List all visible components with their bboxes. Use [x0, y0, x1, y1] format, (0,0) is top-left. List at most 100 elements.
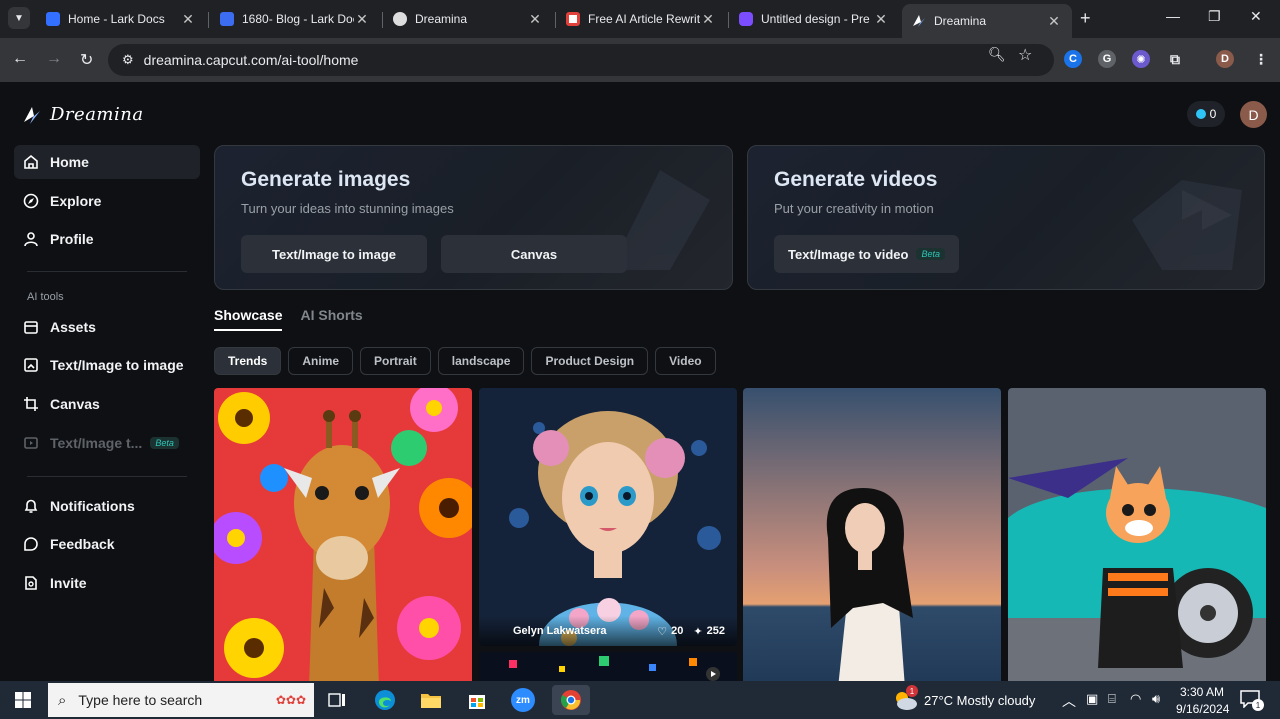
dreamina-icon [912, 14, 926, 28]
sidebar-item-home[interactable]: Home [14, 145, 200, 179]
close-icon[interactable]: ✕ [700, 11, 716, 28]
video-icon [22, 434, 40, 452]
generate-images-card: Generate images Turn your ideas into stu… [214, 145, 733, 290]
sidebar-item-profile[interactable]: Profile [14, 222, 200, 256]
back-icon[interactable]: ← [12, 50, 28, 68]
search-placeholder: Type here to search [78, 692, 203, 708]
window-close-icon[interactable]: ✕ [1250, 8, 1262, 25]
network-icon[interactable]: ⌸ [1108, 691, 1116, 707]
gallery-image-giraffe[interactable] [214, 388, 472, 681]
close-icon[interactable]: ✕ [180, 11, 196, 28]
chip-landscape[interactable]: landscape [437, 347, 525, 375]
chip-anime[interactable]: Anime [288, 347, 354, 375]
taskbar-search-box[interactable]: ⌕ Type here to search ✿✿✿ [48, 683, 314, 717]
tab-ai-shorts[interactable]: AI Shorts [300, 307, 362, 331]
canva-icon [739, 12, 753, 26]
browser-tab[interactable]: Dreamina ✕ [383, 4, 553, 34]
browser-tab[interactable]: 1680- Blog - Lark Doc ✕ [210, 4, 380, 34]
sidebar-item-assets[interactable]: Assets [14, 310, 200, 344]
like-count: 20 [671, 625, 684, 637]
extension-c-icon[interactable]: C [1064, 50, 1082, 68]
chip-trends[interactable]: Trends [214, 347, 282, 375]
beta-badge: Beta [916, 248, 945, 260]
gallery-image-doll[interactable]: Gelyn Lakwatsera ♡ 20 ✦ 252 [479, 388, 737, 646]
user-icon [22, 230, 40, 248]
sidebar-item-text-image-to-image[interactable]: Text/Image to image [14, 348, 200, 382]
credits-count: 0 [1209, 107, 1217, 121]
extensions-puzzle-icon[interactable]: ⧉ [1166, 50, 1184, 68]
extension-grammarly-icon[interactable]: G [1098, 50, 1116, 68]
tab-search-button[interactable]: ▼ [8, 7, 30, 29]
sidebar-item-canvas[interactable]: Canvas [14, 387, 200, 421]
task-view-icon[interactable] [322, 685, 352, 715]
profile-avatar[interactable]: D [1216, 50, 1234, 68]
chevron-down-icon: ▼ [14, 12, 24, 24]
heart-icon[interactable]: ♡ [657, 625, 667, 638]
minimize-icon[interactable]: — [1166, 8, 1180, 24]
tab-showcase[interactable]: Showcase [214, 307, 283, 331]
credits-badge[interactable]: 0 [1187, 101, 1225, 127]
browser-tab-active[interactable]: Dreamina ✕ [902, 4, 1072, 38]
chrome-icon[interactable] [552, 685, 590, 715]
wifi-icon[interactable]: ◠ [1130, 691, 1141, 707]
new-tab-button[interactable]: + [1080, 8, 1091, 29]
author-name[interactable]: Gelyn Lakwatsera [513, 625, 607, 637]
sidebar-item-text-image-to-video[interactable]: Text/Image t... Beta [14, 426, 200, 460]
meet-now-icon[interactable]: ▣ [1086, 691, 1098, 707]
dreamina-logo[interactable]: Dreamina [22, 104, 144, 125]
url-text[interactable]: dreamina.capcut.com/ai-tool/home [144, 52, 359, 68]
notification-center-icon[interactable]: 1 [1240, 690, 1264, 711]
doc-icon [220, 12, 234, 26]
speaker-icon[interactable]: 🔊︎ [1152, 691, 1160, 707]
microsoft-store-icon[interactable] [462, 685, 492, 715]
sidebar-item-invite[interactable]: Invite [14, 566, 200, 600]
browser-tab[interactable]: Free AI Article Rewrit ✕ [556, 4, 726, 34]
edge-icon[interactable] [370, 685, 400, 715]
clock-date[interactable]: 9/16/2024 [1176, 702, 1229, 716]
gallery-video-thumbnail[interactable] [479, 652, 737, 681]
image-edit-icon [22, 356, 40, 374]
chevron-up-icon[interactable]: ︿ [1062, 691, 1076, 711]
sidebar-item-explore[interactable]: Explore [14, 184, 200, 218]
restore-icon[interactable]: ❐ [1208, 8, 1221, 25]
close-icon[interactable]: ✕ [527, 11, 543, 28]
chip-product-design[interactable]: Product Design [531, 347, 649, 375]
search-icon: ⌕ [58, 691, 67, 709]
extension-gear-icon[interactable]: ✺ [1132, 50, 1150, 68]
weather-text[interactable]: 27°C Mostly cloudy [924, 693, 1035, 708]
close-icon[interactable]: ✕ [354, 11, 370, 28]
avatar[interactable]: D [1240, 101, 1267, 128]
weather-icon[interactable]: 1 [892, 685, 918, 710]
text-image-to-image-button[interactable]: Text/Image to image [241, 235, 427, 273]
sidebar-item-feedback[interactable]: Feedback [14, 527, 200, 561]
clock-time[interactable]: 3:30 AM [1180, 685, 1224, 699]
address-bar[interactable]: ⚙ dreamina.capcut.com/ai-tool/home [108, 44, 1054, 76]
generate-videos-card: Generate videos Put your creativity in m… [747, 145, 1265, 290]
compass-icon [22, 192, 40, 210]
windows-start-icon[interactable] [8, 685, 38, 715]
canvas-button[interactable]: Canvas [441, 235, 627, 273]
bookmark-star-icon[interactable]: ☆ [1018, 45, 1032, 65]
browser-menu-icon[interactable]: ⋮ [1252, 50, 1270, 68]
reload-icon[interactable]: ↻ [80, 50, 93, 70]
gallery-image-cat-car[interactable] [1008, 388, 1266, 681]
section-tabs: Showcase AI Shorts [214, 307, 363, 331]
sidebar-item-notifications[interactable]: Notifications [14, 489, 200, 523]
site-info-icon[interactable]: ⚙ [122, 52, 134, 68]
browser-tab[interactable]: Home - Lark Docs ✕ [36, 4, 206, 34]
forward-icon[interactable]: → [46, 50, 62, 68]
file-explorer-icon[interactable] [416, 685, 446, 715]
card-title: Generate images [241, 168, 411, 191]
text-image-to-video-button[interactable]: Text/Image to video Beta [774, 235, 959, 273]
chip-portrait[interactable]: Portrait [360, 347, 431, 375]
zoom-icon[interactable]: 🔍︎ [988, 46, 1006, 63]
gallery-image-beach-woman[interactable] [743, 388, 1001, 681]
weather-badge: 1 [906, 685, 918, 697]
zoom-app-icon[interactable]: zm [508, 685, 538, 715]
card-subtitle: Turn your ideas into stunning images [241, 201, 454, 216]
close-icon[interactable]: ✕ [873, 11, 889, 28]
chip-video[interactable]: Video [655, 347, 716, 375]
credit-icon [1195, 109, 1206, 119]
close-icon[interactable]: ✕ [1046, 13, 1062, 30]
browser-tab[interactable]: Untitled design - Pre ✕ [729, 4, 899, 34]
